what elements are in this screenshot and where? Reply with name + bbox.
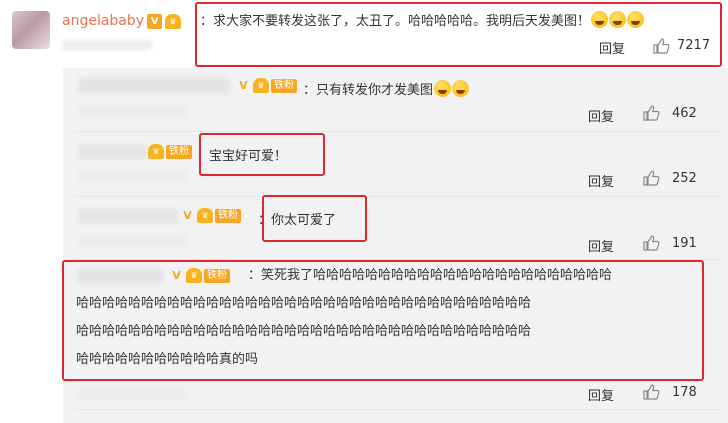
reply-text: ：你太可爱了 (258, 213, 337, 228)
redacted-meta (78, 390, 188, 400)
like-count: 7217 (677, 38, 711, 53)
crown-icon: ♛ (148, 144, 164, 159)
reply-badges: V ♛ 铁粉 (169, 268, 230, 283)
reply-text-line: 哈哈哈哈哈哈哈哈哈哈哈真的吗 (76, 352, 259, 367)
redacted-username (78, 145, 146, 159)
main-comment-text: ：求大家不要转发这张了，太丑了。哈哈哈哈哈。我明后天发美图！ (200, 10, 645, 29)
thumbs-up-icon[interactable] (652, 37, 670, 55)
fan-badge: 铁粉 (166, 144, 192, 159)
redacted-meta (62, 40, 152, 50)
reply-badges: V ♛ 铁粉 (236, 78, 297, 93)
reply-button[interactable]: 回复 (588, 171, 614, 190)
like-count: 178 (672, 385, 697, 400)
crown-icon: ♛ (165, 13, 182, 29)
thumbs-up-icon[interactable] (642, 169, 660, 187)
fan-badge: 铁粉 (215, 208, 241, 223)
reply-text-line: 哈哈哈哈哈哈哈哈哈哈哈哈哈哈哈哈哈哈哈哈哈哈哈哈哈哈哈哈哈哈哈哈哈哈哈 (76, 324, 532, 339)
reply-badges: ♛ 铁粉 (148, 144, 192, 159)
redacted-username (78, 209, 178, 223)
laugh-cry-emoji-icon (591, 11, 609, 28)
redacted-meta (78, 106, 188, 116)
laugh-cry-emoji-icon (452, 80, 470, 97)
reply-text: ：只有转发你才发美图 (303, 79, 470, 98)
reply-button[interactable]: 回复 (588, 385, 614, 404)
verified-v-icon: V (183, 209, 192, 222)
main-comment-header: angelababy V ♛ (62, 11, 182, 31)
divider (75, 131, 723, 132)
like-count: 462 (672, 106, 697, 121)
reply-button[interactable]: 回复 (588, 106, 614, 125)
fan-badge: 铁粉 (271, 78, 297, 93)
redacted-username (78, 78, 230, 94)
verified-v-icon: V (172, 269, 181, 282)
reply-text-line: 哈哈哈哈哈哈哈哈哈哈哈哈哈哈哈哈哈哈哈哈哈哈哈哈哈哈哈哈哈哈哈哈哈哈哈 (76, 296, 532, 311)
thumbs-up-icon[interactable] (642, 234, 660, 252)
like-count: 191 (672, 236, 697, 251)
redacted-meta (78, 236, 188, 246)
like-count: 252 (672, 171, 697, 186)
redacted-username (78, 268, 163, 284)
username[interactable]: angelababy (62, 13, 144, 29)
crown-icon: ♛ (186, 268, 202, 283)
verified-v-icon: V (147, 13, 163, 29)
avatar[interactable] (12, 11, 50, 49)
laugh-cry-emoji-icon (609, 11, 627, 28)
crown-icon: ♛ (253, 78, 269, 93)
thumbs-up-icon[interactable] (642, 383, 660, 401)
laugh-cry-emoji-icon (627, 11, 645, 28)
reply-button[interactable]: 回复 (599, 38, 625, 57)
reply-text-line: ：笑死我了哈哈哈哈哈哈哈哈哈哈哈哈哈哈哈哈哈哈哈哈哈哈哈 (248, 268, 613, 283)
divider (75, 409, 723, 410)
crown-icon: ♛ (197, 208, 213, 223)
reply-button[interactable]: 回复 (588, 236, 614, 255)
fan-badge: 铁粉 (204, 268, 230, 283)
reply-badges: V ♛ 铁粉 (180, 208, 241, 223)
verified-v-icon: V (239, 79, 248, 92)
laugh-cry-emoji-icon (434, 80, 452, 97)
thumbs-up-icon[interactable] (642, 104, 660, 122)
redacted-meta (78, 171, 188, 181)
reply-text: 宝宝好可爱！ (209, 149, 288, 164)
divider (75, 196, 723, 197)
